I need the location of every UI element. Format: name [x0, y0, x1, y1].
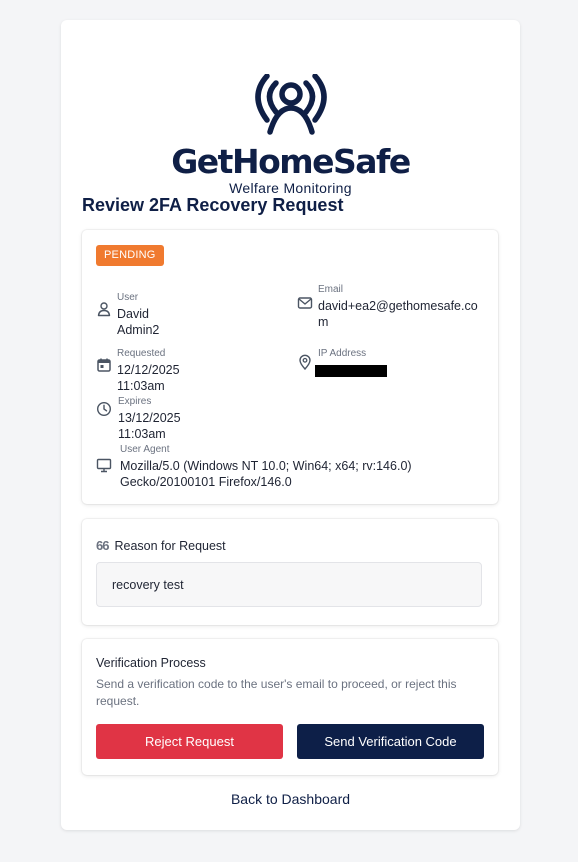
- clock-icon: [96, 401, 112, 417]
- reason-heading: 66 Reason for Request: [96, 538, 226, 553]
- mail-icon: [297, 297, 313, 309]
- user-value: David Admin2: [117, 307, 160, 337]
- request-details-card: PENDING User David Admin2 Email david+ea…: [82, 230, 498, 504]
- user-icon: [97, 302, 111, 317]
- user-agent-label: User Agent: [120, 444, 170, 455]
- brand-logo: GetHomeSafe Welfare Monitoring: [61, 74, 520, 196]
- person-signal-icon: [254, 74, 327, 135]
- email-value: david+ea2@gethomesafe.co m: [318, 299, 478, 329]
- status-badge: PENDING: [96, 245, 164, 266]
- monitor-icon: [96, 458, 112, 473]
- reason-card: 66 Reason for Request recovery test: [82, 519, 498, 625]
- reject-request-button[interactable]: Reject Request: [96, 724, 283, 759]
- requested-value: 12/12/2025 11:03am: [117, 363, 180, 393]
- verification-title: Verification Process: [96, 656, 206, 670]
- reason-heading-text: Reason for Request: [114, 539, 226, 553]
- expires-value: 13/12/2025 11:03am: [118, 411, 181, 441]
- ip-redacted-value: [315, 365, 387, 377]
- verification-card: Verification Process Send a verification…: [82, 639, 498, 775]
- email-label: Email: [318, 284, 344, 295]
- requested-label: Requested: [117, 348, 166, 359]
- reason-text: recovery test: [96, 562, 482, 607]
- quote-icon: 66: [96, 538, 110, 553]
- back-to-dashboard-link[interactable]: Back to Dashboard: [61, 791, 520, 807]
- brand-tagline: Welfare Monitoring: [229, 180, 352, 196]
- calendar-icon: [97, 358, 111, 372]
- brand-name: GetHomeSafe: [171, 142, 411, 181]
- page-title: Review 2FA Recovery Request: [82, 195, 344, 215]
- expires-label: Expires: [118, 396, 152, 407]
- ip-label: IP Address: [318, 348, 367, 359]
- user-agent-value: Mozilla/5.0 (Windows NT 10.0; Win64; x64…: [120, 459, 412, 489]
- recovery-review-card: GetHomeSafe Welfare Monitoring Review 2F…: [61, 20, 520, 830]
- user-label: User: [117, 292, 139, 303]
- location-pin-icon: [299, 354, 311, 370]
- send-verification-code-button[interactable]: Send Verification Code: [297, 724, 484, 759]
- verification-description: Send a verification code to the user's e…: [96, 677, 457, 708]
